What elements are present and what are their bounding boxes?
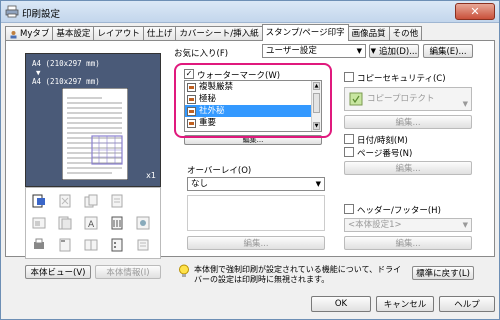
doc-grey-icon	[111, 194, 123, 208]
tab-label: Myタブ	[20, 28, 50, 39]
add-favorite-button[interactable]: ▼ 追加(D)...	[369, 44, 419, 58]
stamp-blue-icon	[32, 194, 45, 208]
tab-strip: Myタブ 基本設定 レイアウト 仕上げ カバーシート/挿入紙 スタンプ/ページ印…	[5, 24, 423, 41]
overlay-edit-button[interactable]: 編集...	[187, 236, 325, 250]
tab-my-tab[interactable]: Myタブ	[5, 26, 54, 41]
overlay-value: なし	[191, 179, 209, 189]
stamp-grey-icon	[59, 194, 71, 208]
device-preview-button[interactable]: 本体ビュー(V)	[25, 265, 91, 279]
tab-image-quality[interactable]: 画像品質	[347, 26, 390, 41]
staple-icon	[59, 238, 71, 252]
favorites-label: お気に入り(F)	[174, 49, 229, 59]
favorites-select[interactable]: ユーザー設定 ▼	[262, 44, 366, 58]
title-bar: 印刷設定 ✕	[1, 1, 499, 23]
book-icon	[111, 216, 123, 230]
cancel-button[interactable]: キャンセル	[376, 296, 434, 312]
paper-stack-icon	[137, 239, 149, 251]
copy-security-value: コピープロテクト	[367, 94, 435, 104]
user-icon	[10, 30, 17, 38]
print-settings-window: 印刷設定 ✕ Myタブ 基本設定 レイアウト 仕上げ カバーシート/挿入紙 スタ…	[0, 0, 500, 320]
printer-grey-icon	[34, 238, 44, 249]
info-text-line2: バーの設定は印刷時に無視されます。	[194, 275, 330, 284]
booklet-icon	[58, 216, 72, 230]
help-button[interactable]: ヘルプ	[439, 296, 495, 312]
device-info-button[interactable]: 本体情報(I)	[95, 265, 161, 279]
sort-icon	[84, 239, 98, 251]
header-footer-value: <本体設定1>	[348, 220, 402, 230]
tab-finishing[interactable]: 仕上げ	[142, 26, 177, 41]
preview-arrow: ▼	[36, 68, 41, 77]
font-a-icon: A	[84, 216, 98, 230]
header-footer-label: ヘッダー/フッター(H)	[357, 206, 441, 216]
edit-favorite-button[interactable]: 編集(E)...	[423, 44, 473, 58]
page-preview: A4 (210x297 mm) ▼ A4 (210x297 mm) x1	[25, 53, 161, 187]
watermark-highlight	[174, 63, 332, 138]
overlay-select[interactable]: なし ▼	[187, 177, 325, 191]
date-time-label: 日付/時刻(M)	[357, 136, 408, 146]
tab-other[interactable]: その他	[388, 26, 423, 41]
restore-default-button[interactable]: 標準に戻す(L)	[412, 266, 474, 280]
tab-stamp[interactable]: スタンプ/ページ印字	[261, 24, 349, 41]
dropdown-arrow-icon: ▼	[370, 47, 377, 55]
tab-cover-sheet[interactable]: カバーシート/挿入紙	[175, 26, 263, 41]
function-icon-grid: A	[25, 187, 161, 259]
printer-icon	[5, 5, 19, 18]
date-time-checkbox[interactable]	[344, 134, 354, 144]
header-footer-checkbox[interactable]	[344, 204, 354, 214]
header-footer-select[interactable]: <本体設定1> ▼	[344, 218, 472, 232]
finisher-icon	[32, 217, 46, 229]
window-title: 印刷設定	[22, 9, 61, 20]
tab-basic[interactable]: 基本設定	[52, 26, 95, 41]
overlay-label: オーバーレイ(O)	[187, 166, 252, 176]
page-thumbnail	[62, 88, 128, 180]
svg-text:A: A	[88, 220, 95, 230]
copy-protect-icon	[349, 92, 363, 106]
chevron-down-icon: ▼	[462, 100, 468, 108]
preview-size-output: A4 (210x297 mm)	[32, 77, 100, 86]
preview-size-original: A4 (210x297 mm)	[32, 59, 100, 68]
copy-security-edit-button[interactable]: 編集...	[344, 115, 472, 129]
tab-layout[interactable]: レイアウト	[93, 26, 144, 41]
copy-security-checkbox[interactable]	[344, 72, 354, 82]
copies-indicator: x1	[146, 171, 156, 180]
chevron-down-icon: ▼	[462, 221, 468, 229]
lightbulb-icon	[179, 264, 189, 277]
chevron-down-icon: ▼	[315, 180, 321, 188]
page-number-label: ページ番号(N)	[357, 149, 413, 159]
copy-security-select[interactable]: コピープロテクト ▼	[344, 87, 472, 111]
ok-button[interactable]: OK	[311, 296, 371, 312]
chevron-down-icon: ▼	[356, 47, 362, 55]
punch-icon	[111, 238, 123, 252]
copy-security-label: コピーセキュリティ(C)	[357, 74, 446, 84]
close-button[interactable]: ✕	[455, 3, 495, 20]
favorites-value: ユーザー設定	[266, 46, 317, 56]
color-doc-icon	[136, 216, 150, 230]
header-footer-edit-button[interactable]: 編集...	[344, 236, 472, 250]
copy-doc-icon	[84, 194, 98, 208]
overlay-list[interactable]	[187, 195, 325, 231]
page-number-checkbox[interactable]	[344, 147, 354, 157]
page-number-edit-button[interactable]: 編集...	[344, 161, 472, 175]
add-favorite-label: 追加(D)...	[379, 47, 418, 57]
